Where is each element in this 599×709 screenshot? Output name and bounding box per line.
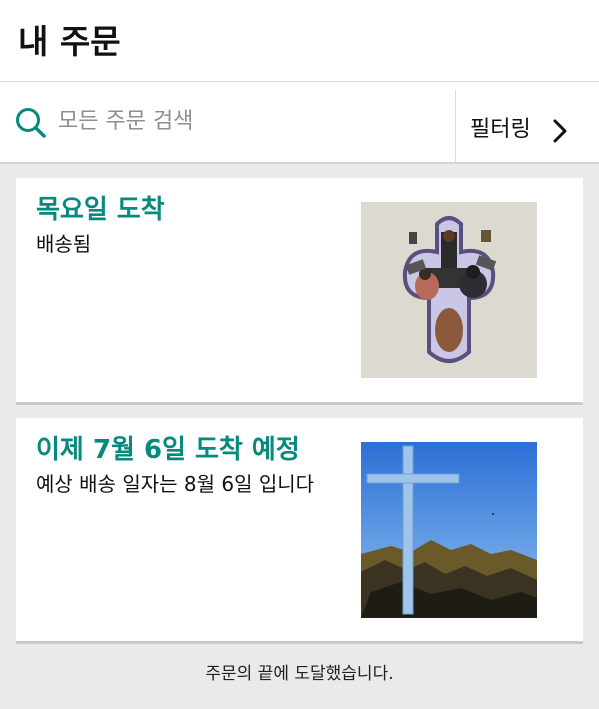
search-input[interactable]: 모든 주문 검색 [0,82,455,162]
chevron-right-icon [553,119,567,143]
order-status: 배송됨 [36,232,92,256]
order-status: 예상 배송 일자는 8월 6일 입니다 [36,472,315,496]
page-title: 내 주문 [18,22,121,61]
order-card[interactable]: 이제 7월 6일 도착 예정 예상 배송 일자는 8월 6일 입니다 [16,418,583,644]
search-placeholder: 모든 주문 검색 [58,109,194,134]
app-header: 내 주문 [0,0,599,82]
search-icon [16,108,46,138]
filter-label: 필터링 [470,117,531,142]
order-arrival-title: 목요일 도착 [36,195,165,225]
album-cover-image [361,202,537,378]
end-of-orders-message: 주문의 끝에 도달했습니다. [205,664,394,684]
order-arrival-title: 이제 7월 6일 도착 예정 [36,435,300,465]
product-cover-image [361,442,537,618]
order-card[interactable]: 목요일 도착 배송됨 [16,178,583,405]
filter-button[interactable]: 필터링 [456,82,599,162]
search-bar: 모든 주문 검색 필터링 [0,82,599,164]
